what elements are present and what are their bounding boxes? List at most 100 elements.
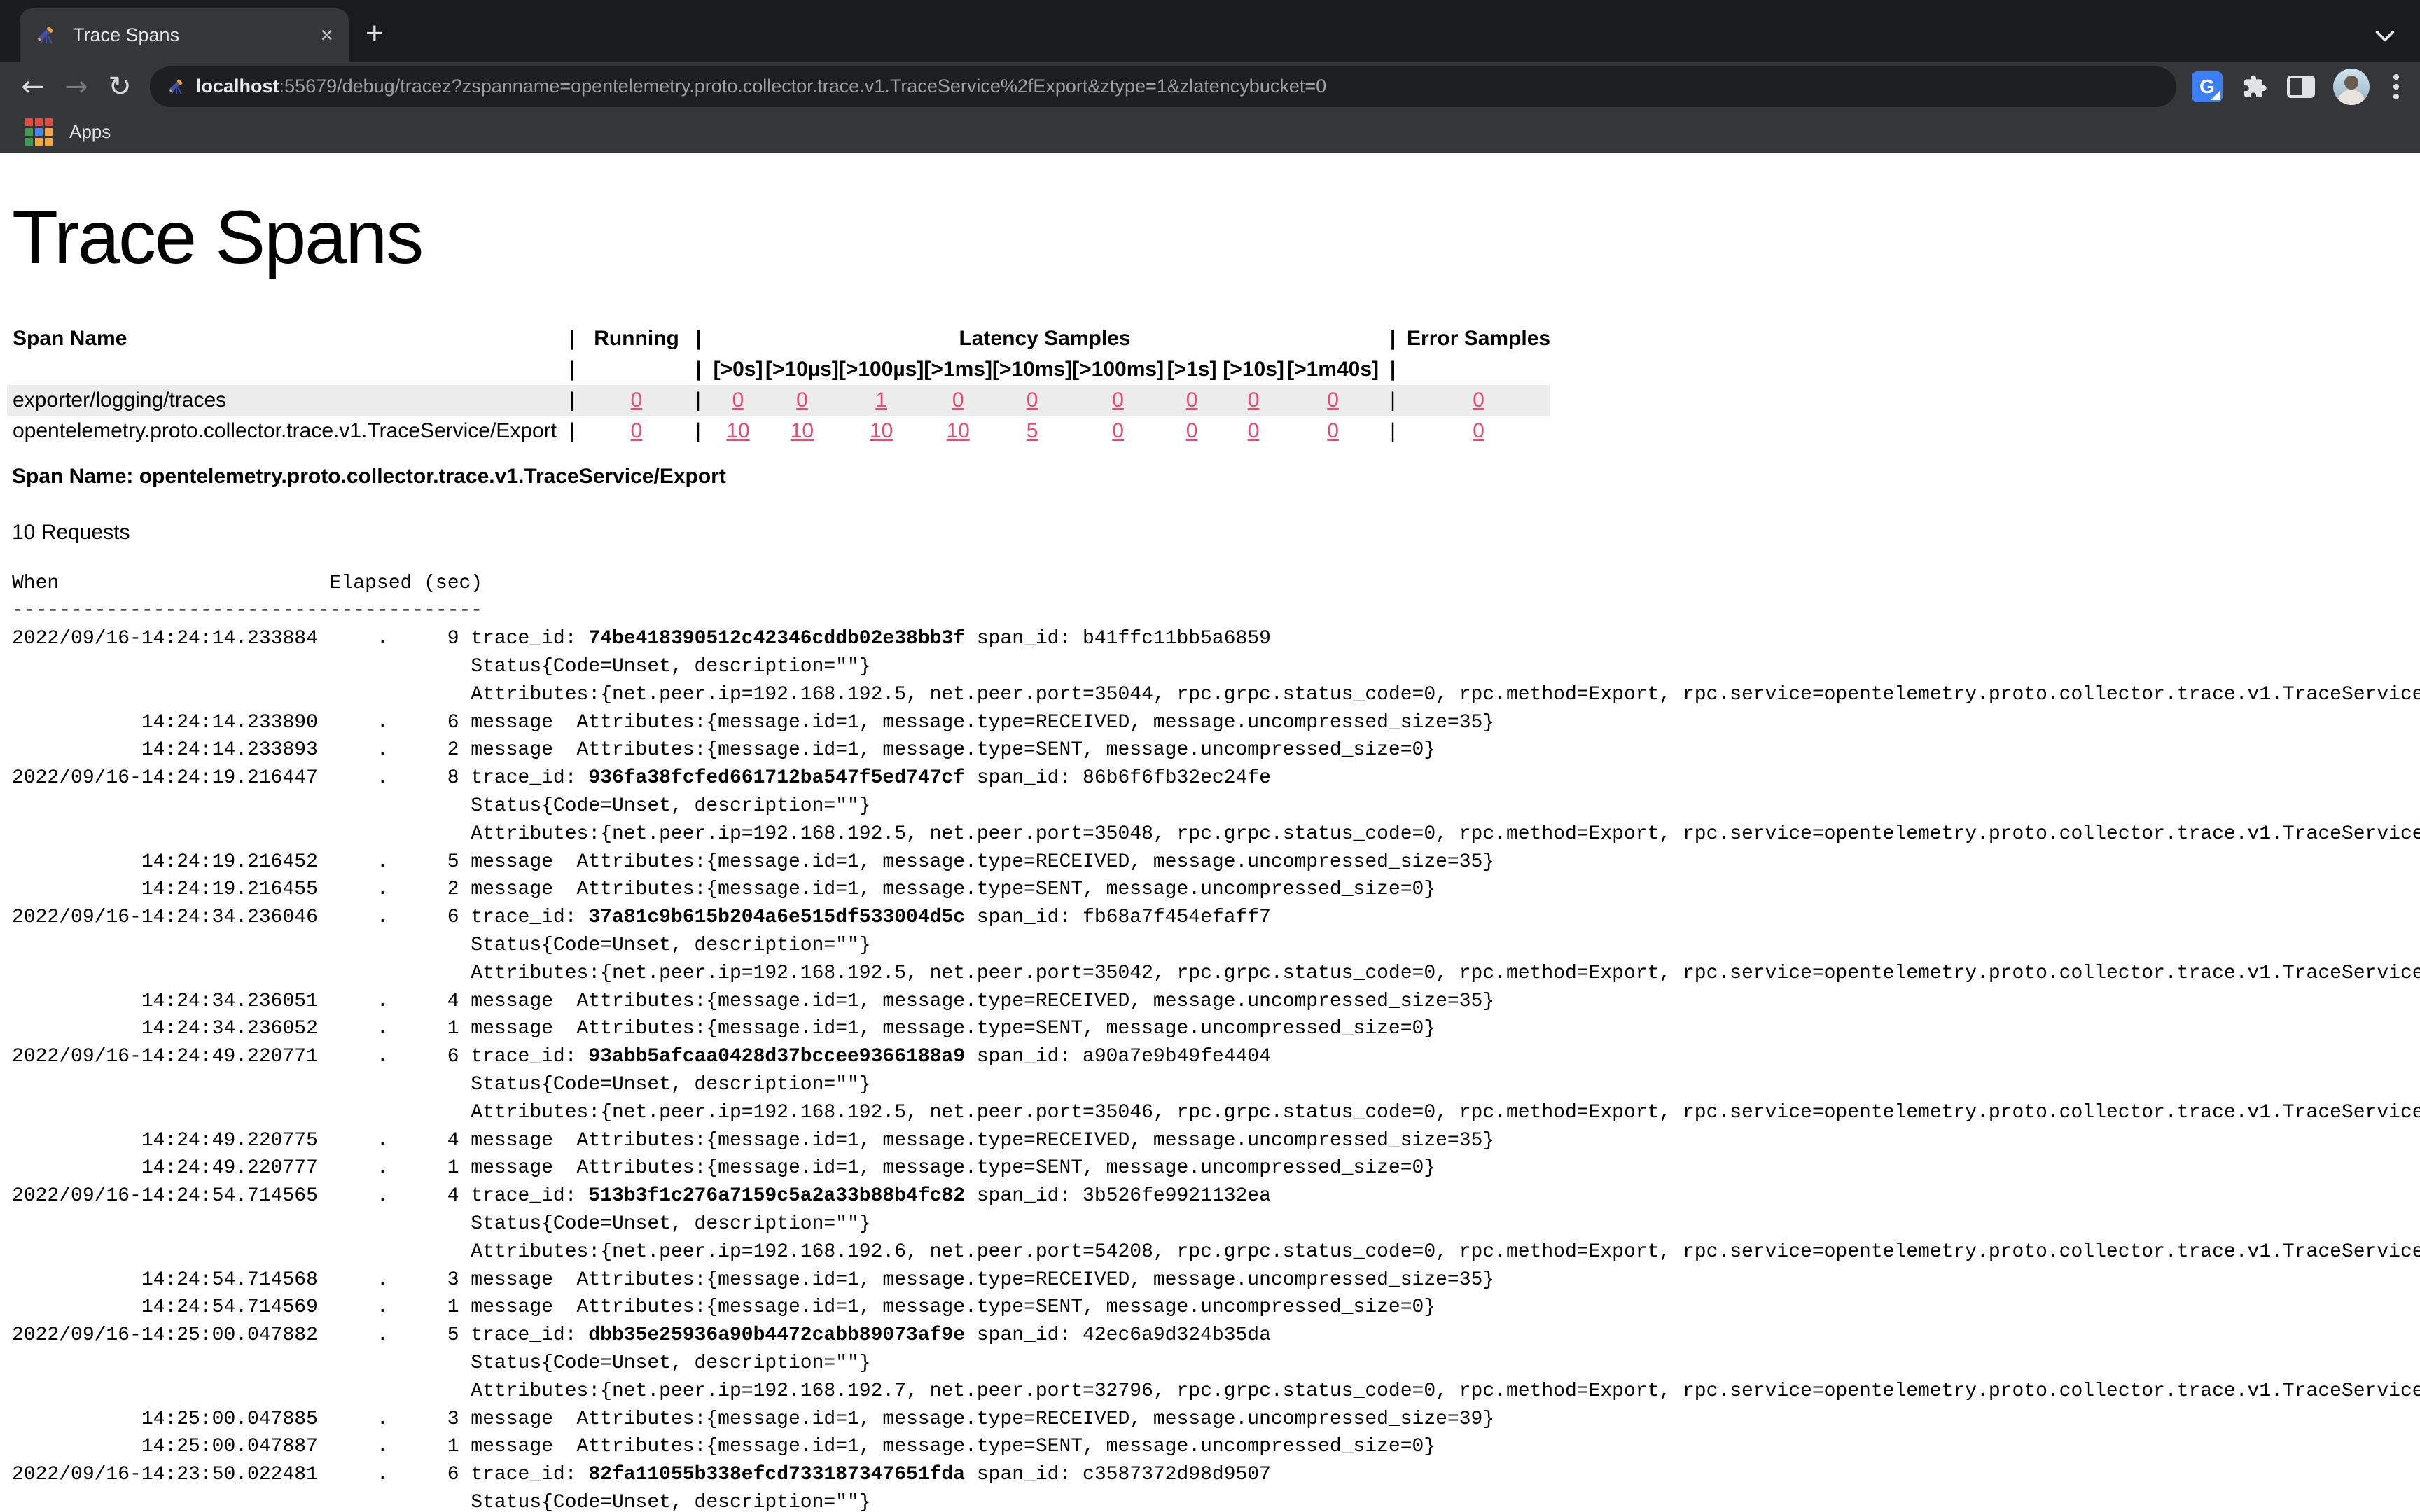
column-separator: | [557,354,587,385]
error-count-link[interactable]: 0 [1473,388,1484,412]
bucket-cell: 0 [1072,385,1164,416]
column-separator: | [557,416,587,447]
apps-bookmark-label[interactable]: Apps [69,121,111,143]
latency-bucket-header: [>1ms] [924,354,992,385]
site-telescope-icon [167,77,186,97]
profile-avatar[interactable] [2333,69,2370,105]
page-content: Trace Spans Span Name|Running|Latency Sa… [0,197,2420,1512]
tab-title: Trace Spans [73,24,314,46]
latency-count-link[interactable]: 0 [1027,388,1038,412]
browser-toolbar: ← → ↻ localhost:55679/debug/tracez?zspan… [0,62,2420,111]
latency-summary-table: Span Name|Running|Latency Samples|Error … [7,323,1550,447]
bucket-cell: 0 [1072,416,1164,447]
error-count-link[interactable]: 0 [1473,419,1484,442]
latency-samples-header: Latency Samples [711,323,1379,354]
summary-row: exporter/logging/traces|0|001000000|0 [7,385,1550,416]
latency-count-link[interactable]: 0 [732,388,744,412]
latency-bucket-header: [>100ms] [1072,354,1164,385]
latency-count-link[interactable]: 0 [1248,388,1260,412]
empty-cell [1407,354,1550,385]
trace-id: 93abb5afcaa0428d37bccee9366188a9 [588,1046,965,1068]
running-header: Running [587,323,686,354]
url-host: localhost [196,76,279,97]
latency-bucket-header: [>1m40s] [1287,354,1379,385]
column-separator: | [557,323,587,354]
empty-cell [587,354,686,385]
latency-count-link[interactable]: 10 [791,419,814,442]
column-separator: | [686,323,711,354]
tab-search-chevron-icon[interactable] [2378,25,2392,39]
toolbar-icons: G [2192,69,2405,105]
latency-count-link[interactable]: 0 [1186,388,1198,412]
running-count-link[interactable]: 0 [631,388,643,412]
side-panel-icon[interactable] [2287,76,2315,98]
bucket-cell: 10 [924,416,992,447]
url-path: :55679/debug/tracez?zspanname=openteleme… [279,76,1327,97]
bucket-cell: 0 [765,385,839,416]
latency-bucket-header: [>100µs] [839,354,924,385]
trace-log: When Elapsed (sec) ---------------------… [12,570,2420,1512]
latency-count-link[interactable]: 0 [1186,419,1198,442]
error-cell: 0 [1407,385,1550,416]
latency-count-link[interactable]: 0 [796,388,808,412]
latency-count-link[interactable]: 0 [1112,388,1124,412]
column-separator: | [686,385,711,416]
bucket-cell: 0 [1164,416,1220,447]
column-separator: | [557,385,587,416]
running-count-link[interactable]: 0 [631,419,643,442]
column-separator: | [1379,385,1407,416]
column-separator: | [686,416,711,447]
latency-count-link[interactable]: 0 [1112,419,1124,442]
latency-count-link[interactable]: 0 [1248,419,1260,442]
reload-button[interactable]: ↻ [98,71,141,103]
latency-bucket-header: [>0s] [711,354,765,385]
back-button[interactable]: ← [11,71,55,103]
latency-bucket-header: [>10µs] [765,354,839,385]
trace-id: dbb35e25936a90b4472cabb89073af9e [588,1324,965,1346]
column-separator: | [1379,354,1407,385]
latency-count-link[interactable]: 10 [726,419,749,442]
latency-count-link[interactable]: 0 [1327,388,1339,412]
latency-count-link[interactable]: 1 [875,388,887,412]
forward-button[interactable]: → [55,71,98,103]
trace-id: 513b3f1c276a7159c5a2a33b88b4fc82 [588,1185,965,1207]
span-detail-heading: Span Name: opentelemetry.proto.collector… [12,465,2420,489]
latency-count-link[interactable]: 0 [952,388,964,412]
request-count: 10 Requests [12,521,2420,545]
apps-grid-icon[interactable] [25,118,53,146]
trace-id: 37a81c9b615b204a6e515df533004d5c [588,906,965,928]
bucket-cell: 0 [1220,416,1287,447]
column-separator: | [686,354,711,385]
tab-strip: Trace Spans × + [0,0,2420,62]
translate-icon[interactable]: G [2192,71,2223,102]
latency-bucket-header: [>1s] [1164,354,1220,385]
span-name-cell: exporter/logging/traces [7,385,557,416]
summary-row: opentelemetry.proto.collector.trace.v1.T… [7,416,1550,447]
menu-icon[interactable] [2393,84,2399,90]
telescope-favicon [35,24,57,46]
running-cell: 0 [587,416,686,447]
latency-count-link[interactable]: 5 [1027,419,1038,442]
tab-trace-spans[interactable]: Trace Spans × [20,8,349,62]
latency-count-link[interactable]: 10 [870,419,893,442]
column-separator: | [1379,416,1407,447]
new-tab-button[interactable]: + [366,18,384,49]
bucket-cell: 1 [839,385,924,416]
bucket-cell: 0 [1287,385,1379,416]
error-cell: 0 [1407,416,1550,447]
bucket-cell: 0 [924,385,992,416]
error-samples-header: Error Samples [1407,323,1550,354]
trace-id: 82fa11055b338efcd733187347651fda [588,1464,965,1485]
latency-count-link[interactable]: 10 [946,419,969,442]
browser-chrome: Trace Spans × + ← → ↻ localhost:55679/de… [0,0,2420,153]
address-bar[interactable]: localhost:55679/debug/tracez?zspanname=o… [150,66,2176,107]
extensions-icon[interactable] [2241,73,2269,101]
latency-count-link[interactable]: 0 [1327,419,1339,442]
url-text: localhost:55679/debug/tracez?zspanname=o… [196,76,1326,97]
latency-bucket-header: [>10ms] [992,354,1072,385]
empty-cell [7,354,557,385]
tab-close-icon[interactable]: × [320,24,333,46]
bucket-cell: 0 [1287,416,1379,447]
trace-id: 936fa38fcfed661712ba547f5ed747cf [588,767,965,789]
trace-id: 74be418390512c42346cddb02e38bb3f [588,628,965,650]
